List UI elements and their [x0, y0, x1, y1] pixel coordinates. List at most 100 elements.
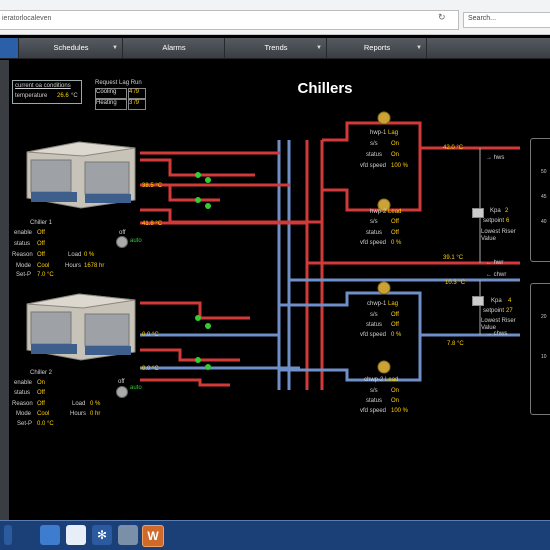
chiller-1-temp-b: 41.8 °C [142, 221, 163, 227]
hw-kpa-label: Kpa [490, 208, 501, 214]
chwp2-vfd-label: vfd speed [360, 408, 387, 414]
chiller-1-unit[interactable] [23, 138, 139, 210]
chiller-2-enable-label: enable [14, 380, 33, 386]
pipe [140, 348, 240, 362]
oa-conditions-box: current oa conditions temperature 26.6 °… [12, 80, 82, 104]
hwr-label: ← hwr [486, 260, 504, 266]
chw-setpoint-value: 27 [506, 308, 513, 314]
pump-icon [377, 360, 391, 374]
ie-icon[interactable] [40, 525, 60, 545]
pipe [140, 301, 250, 320]
page-title: Chillers [297, 80, 353, 97]
chiller-1-hours-label: Hours [65, 263, 82, 269]
chw-kpa-label: Kpa [491, 298, 502, 304]
chiller-1-load-value: 0 % [84, 252, 95, 258]
nav-schedules[interactable]: Schedules ▼ [18, 38, 123, 58]
chevron-down-icon[interactable]: ▼ [316, 38, 322, 58]
address-bar[interactable]: ieratorlocaleven [0, 10, 459, 30]
chwp2-role: Lead [385, 377, 399, 383]
chw-riser-caption: Lowest Riser Value [481, 318, 516, 331]
nav-alarms[interactable]: Alarms [122, 38, 225, 58]
hwp2-name: hwp-2 Lead [370, 209, 401, 215]
chiller-2-load-value: 0 % [90, 401, 101, 407]
chiller-unit-icon [26, 293, 136, 361]
chw-setpoint-label: setpoint [483, 308, 505, 314]
chwp1-status-value: Off [391, 322, 399, 328]
chiller-2-toggle-switch[interactable] [116, 386, 128, 398]
chiller-2-reason-value: Off [37, 401, 45, 407]
hwp1-name-text: hwp-1 [370, 130, 387, 136]
cooling-value: 4 /9 [129, 89, 140, 95]
heating-value: 3 /9 [129, 100, 140, 106]
pipe [140, 208, 322, 224]
chevron-down-icon[interactable]: ▼ [416, 38, 422, 58]
chiller-1-enable-label: enable [14, 230, 33, 236]
chiller-1-toggle-switch[interactable] [116, 236, 128, 248]
hwp2-role: Lead [388, 209, 402, 215]
chwp1-ss-label: s/s [370, 312, 378, 318]
cooling-label: Cooling [96, 89, 117, 95]
chwp2-name-text: chwp-2 [364, 377, 384, 383]
chws-temp: 7.8 °C [447, 341, 464, 347]
nav-extra[interactable] [426, 38, 550, 58]
chiller-2-unit[interactable] [23, 290, 139, 362]
hwp1-vfd-label: vfd speed [360, 163, 387, 169]
nav-reports[interactable]: Reports ▼ [326, 38, 427, 58]
monitor-icon[interactable] [472, 208, 484, 218]
hwp1-vfd-value: 100 % [391, 163, 409, 169]
chiller-2-name: Chiller 2 [30, 370, 53, 376]
chiller-2-setp-value: 0.0 °C [37, 421, 54, 427]
chiller-2-load-label: Load [72, 401, 86, 407]
valve-indicator [205, 364, 211, 370]
pump-icon [377, 281, 391, 295]
hwp2-ss-value: Off [391, 219, 399, 225]
home-button[interactable] [0, 38, 18, 58]
app-w-icon[interactable]: W [142, 525, 164, 547]
trend-panel-lower[interactable]: 20 10 [530, 283, 550, 415]
chevron-down-icon[interactable]: ▼ [112, 38, 118, 58]
nav-trends[interactable]: Trends ▼ [224, 38, 327, 58]
gauge-tick: 45 [541, 194, 547, 200]
snowflake-icon[interactable]: ✻ [92, 525, 112, 545]
hws-label: → hws [486, 155, 505, 161]
chiller-2-hours-label: Hours [70, 411, 87, 417]
trend-panel-upper[interactable]: 50 45 40 [530, 138, 550, 262]
hwp1-ss-value: On [391, 141, 400, 147]
chiller-2-mode-label: Mode [16, 411, 32, 417]
chw-kpa-value: 4 [508, 298, 512, 304]
reload-icon[interactable]: ↻ [438, 12, 446, 23]
taskbar: ✻ W [0, 520, 550, 550]
valve-indicator [195, 197, 201, 203]
valve-indicator [205, 177, 211, 183]
pipe [140, 378, 230, 387]
search-placeholder: Search... [468, 15, 497, 22]
chiller-2-enable-value: On [37, 380, 46, 386]
search-input[interactable]: Search... [463, 12, 550, 28]
chiller-1-toggle-mode: auto [130, 238, 142, 244]
chiller-1-name: Chiller 1 [30, 220, 53, 226]
chiller-unit-icon [26, 141, 136, 209]
hwp2-name-text: hwp-2 [370, 209, 387, 215]
chwp1-name: chwp-1 Lag [367, 301, 398, 307]
hwp2-vfd-label: vfd speed [360, 240, 387, 246]
chwp2-status-label: status [366, 398, 383, 404]
lag-run-heading: Request Lag Run [95, 80, 142, 86]
chwp1-role: Lag [388, 301, 399, 307]
hwp1-ss-label: s/s [370, 141, 378, 147]
chiller-1-status-label: status [14, 241, 31, 247]
chwp2-ss-label: s/s [370, 388, 378, 394]
chiller-2-temp-a: 0.0 °C [142, 332, 159, 338]
chiller-2-hours-value: 0 hr [90, 411, 101, 417]
chiller-2-reason-label: Reason [12, 401, 33, 407]
app-icon[interactable] [66, 525, 86, 545]
valve-indicator [195, 357, 201, 363]
valve-indicator [205, 323, 211, 329]
chiller-1-setp-value: 7.0 °C [37, 272, 54, 278]
tool-icon[interactable] [118, 525, 138, 545]
chiller-1-temp-a: 38.5 °C [142, 183, 163, 189]
hw-kpa-value: 2 [505, 208, 509, 214]
start-button[interactable] [4, 525, 12, 545]
heating-label: Heating [96, 100, 117, 106]
chiller-1-mode-value: Cool [37, 263, 50, 269]
monitor-icon[interactable] [472, 296, 484, 306]
